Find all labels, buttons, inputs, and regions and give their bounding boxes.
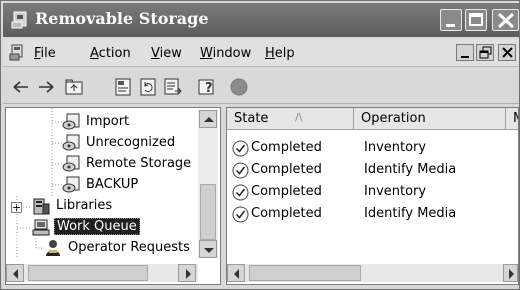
removable-storage-window: Removable Storage File Action View Windo…	[0, 0, 520, 290]
tree-vertical-scrollbar[interactable]	[198, 110, 218, 258]
completed-check-icon	[232, 140, 249, 157]
list-scroll-left-button[interactable]	[227, 264, 245, 282]
menu-help[interactable]: Help	[265, 46, 295, 61]
tree-pane: Import Unrecognized Remote Storage BACKU…	[5, 107, 221, 285]
svg-text:?: ?	[205, 81, 213, 96]
tree-scroll-thumb[interactable]	[200, 184, 216, 240]
menu-bar: File Action View Window Help	[3, 39, 519, 67]
menu-view[interactable]: View	[151, 46, 182, 61]
child-minimize-button[interactable]	[456, 44, 474, 61]
maximize-button[interactable]	[465, 9, 487, 31]
tree-horizontal-scrollbar[interactable]	[6, 264, 198, 282]
menu-action[interactable]: Action	[90, 46, 131, 61]
properties-icon[interactable]	[113, 77, 133, 97]
table-row[interactable]: Completed Identify Media	[227, 204, 507, 225]
completed-check-icon	[232, 184, 249, 201]
scroll-up-button[interactable]	[199, 110, 217, 128]
tree-hscroll-thumb[interactable]	[28, 265, 148, 281]
list-hscroll-thumb[interactable]	[249, 265, 361, 281]
menu-window[interactable]: Window	[200, 46, 251, 61]
scroll-left-button[interactable]	[6, 264, 24, 282]
scroll-right-button[interactable]	[178, 264, 196, 282]
scroll-down-button[interactable]	[199, 240, 217, 258]
title-bar[interactable]: Removable Storage	[3, 3, 519, 37]
up-folder-icon[interactable]	[64, 77, 84, 97]
column-header-operation[interactable]: Operation	[354, 108, 506, 130]
table-row[interactable]: Completed Inventory	[227, 182, 507, 203]
window-title: Removable Storage	[35, 9, 209, 28]
export-list-icon[interactable]	[163, 77, 183, 97]
child-restore-button[interactable]	[476, 44, 494, 61]
completed-check-icon	[232, 206, 249, 223]
status-circle-icon[interactable]	[229, 77, 249, 97]
sort-ascending-icon: /\	[295, 111, 303, 124]
minimize-button[interactable]	[440, 9, 462, 31]
list-scroll-right-button[interactable]	[503, 264, 518, 282]
refresh-icon[interactable]	[138, 77, 158, 97]
work-queue-list: State /\ Operation M Completed Inventory…	[226, 107, 519, 285]
back-arrow-icon[interactable]	[11, 77, 31, 97]
help-icon[interactable]: ?	[197, 77, 217, 97]
table-row[interactable]: Completed Inventory	[227, 138, 507, 159]
close-button[interactable]	[492, 9, 519, 31]
menu-file[interactable]: File	[34, 46, 56, 61]
column-header-media[interactable]: M	[506, 108, 518, 130]
forward-arrow-icon[interactable]	[36, 77, 56, 97]
list-horizontal-scrollbar[interactable]	[227, 264, 518, 282]
completed-check-icon	[232, 162, 249, 179]
tree-connector-lines	[16, 108, 62, 258]
document-icon[interactable]	[9, 44, 27, 62]
child-close-button[interactable]	[498, 44, 516, 61]
app-icon	[11, 10, 31, 30]
toolbar: ?	[3, 68, 519, 104]
column-header-state[interactable]: State /\	[227, 108, 354, 130]
table-row[interactable]: Completed Identify Media	[227, 160, 507, 181]
